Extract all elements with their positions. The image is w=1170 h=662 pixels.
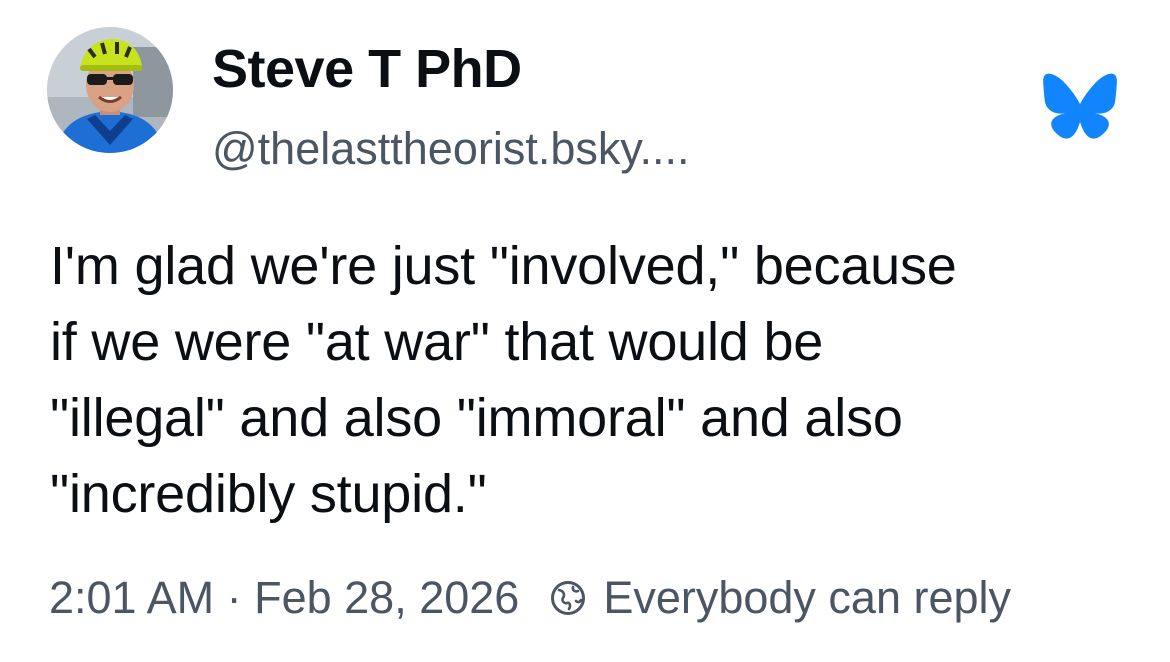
post-footer: 2:01 AM · Feb 28, 2026 Everybody can rep… [49,570,1011,626]
author-handle[interactable]: @thelasttheorist.bsky.... [212,121,690,177]
globe-icon [549,579,587,617]
author-avatar[interactable] [47,27,173,153]
author-display-name[interactable]: Steve T PhD [212,38,522,100]
avatar-image [47,27,173,153]
reply-setting-label[interactable]: Everybody can reply [603,572,1011,624]
post-card: Steve T PhD @thelasttheorist.bsky.... I'… [0,0,1170,662]
post-timestamp[interactable]: 2:01 AM · Feb 28, 2026 [49,572,519,624]
post-text: I'm glad we're just "involved," because … [50,236,957,524]
bluesky-butterfly-icon [1042,72,1118,140]
